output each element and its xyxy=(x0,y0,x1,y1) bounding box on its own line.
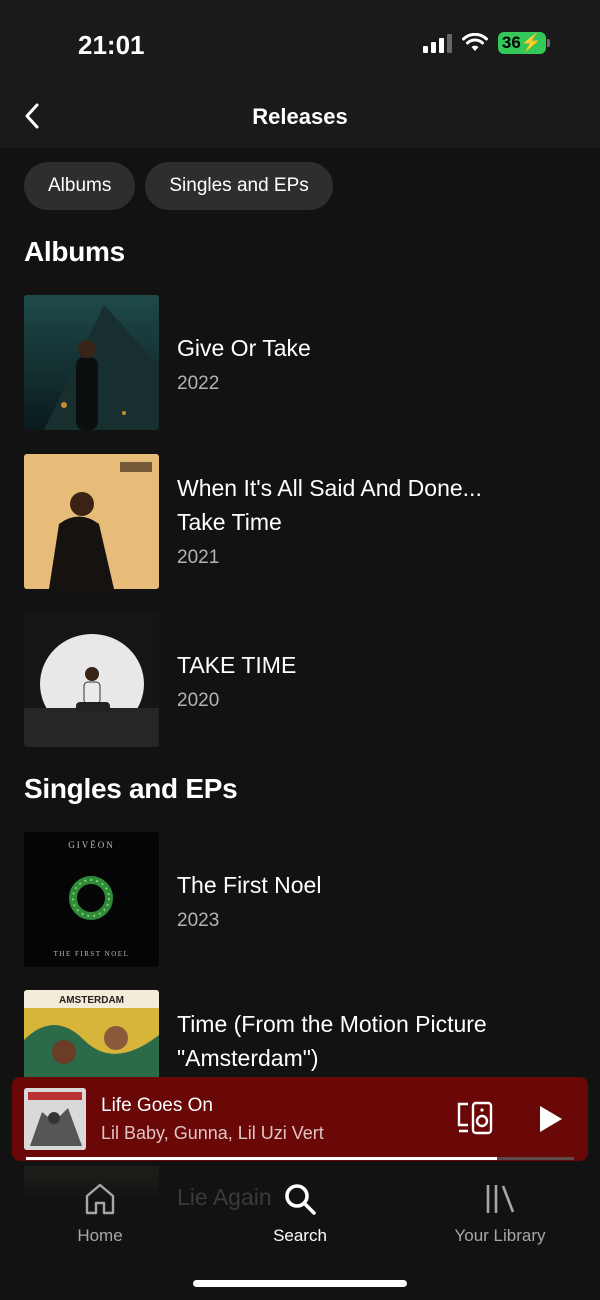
album-cover xyxy=(24,454,159,589)
now-playing-title: Life Goes On xyxy=(101,1095,213,1116)
album-title-line-2: Take Time xyxy=(177,509,282,535)
nav-library[interactable]: Your Library xyxy=(420,1182,580,1246)
now-playing-artist: Lil Baby, Gunna, Lil Uzi Vert xyxy=(101,1123,324,1143)
album-item[interactable]: TAKE TIME 2020 xyxy=(24,612,584,748)
status-icons: 36 ⚡ xyxy=(422,32,550,54)
status-bar: 21:01 36 ⚡ xyxy=(0,0,600,88)
nav-library-label: Your Library xyxy=(454,1226,546,1245)
devices-icon xyxy=(457,1101,493,1135)
single-title-line-2: "Amsterdam") xyxy=(177,1045,319,1071)
album-cover xyxy=(24,295,159,430)
album-title: TAKE TIME xyxy=(177,652,297,678)
album-title-line-1: When It's All Said And Done... xyxy=(177,475,482,501)
album-title: Give Or Take xyxy=(177,335,311,361)
single-year: 2023 xyxy=(177,910,220,931)
single-title-line-1: Time (From the Motion Picture xyxy=(177,1011,487,1037)
playback-progress-bar[interactable] xyxy=(26,1157,574,1160)
album-year: 2021 xyxy=(177,547,220,568)
nav-home-label: Home xyxy=(77,1226,123,1245)
home-icon xyxy=(85,1183,115,1215)
section-title-albums: Albums xyxy=(24,236,125,267)
album-year: 2022 xyxy=(177,373,220,394)
nav-home[interactable]: Home xyxy=(20,1182,180,1246)
mini-player[interactable]: Life Goes On Lil Baby, Gunna, Lil Uzi Ve… xyxy=(12,1077,588,1161)
filter-chip-albums[interactable]: Albums xyxy=(24,162,136,210)
cover-text-bottom: THE FIRST NOEL xyxy=(54,950,130,958)
status-time: 21:01 xyxy=(78,30,145,60)
nav-search[interactable]: Search xyxy=(220,1182,380,1246)
nav-search-label: Search xyxy=(273,1226,327,1245)
play-button[interactable] xyxy=(534,1103,566,1135)
battery-icon: 36 ⚡ xyxy=(497,32,550,54)
album-cover xyxy=(24,612,159,747)
battery-level: 36 xyxy=(501,33,521,52)
library-icon xyxy=(486,1185,515,1213)
now-playing-artwork xyxy=(24,1088,86,1150)
home-indicator xyxy=(193,1280,407,1287)
page-header: Releases xyxy=(0,88,600,148)
album-year: 2020 xyxy=(177,690,220,711)
cover-text: AMSTERDAM xyxy=(59,995,124,1006)
single-title: The First Noel xyxy=(177,872,322,898)
filter-chip-singles-eps[interactable]: Singles and EPs xyxy=(145,162,333,210)
filter-chips: Albums Singles and EPs xyxy=(24,162,333,210)
album-item[interactable]: Give Or Take 2022 xyxy=(24,295,584,431)
search-icon xyxy=(285,1184,316,1215)
album-item[interactable]: When It's All Said And Done... Take Time… xyxy=(24,454,584,590)
connect-device-button[interactable] xyxy=(456,1101,494,1135)
single-item[interactable]: GIVĒON THE FIRST NOEL The First Noel 202… xyxy=(24,832,584,968)
cover-text-top: GIVĒON xyxy=(68,840,115,850)
page-title: Releases xyxy=(252,104,348,129)
wifi-icon xyxy=(461,33,488,51)
playback-progress-fill xyxy=(26,1157,498,1160)
cellular-signal-icon xyxy=(422,33,452,53)
play-icon xyxy=(540,1106,562,1132)
section-title-singles: Singles and EPs xyxy=(24,773,238,804)
single-cover: GIVĒON THE FIRST NOEL xyxy=(24,832,159,967)
